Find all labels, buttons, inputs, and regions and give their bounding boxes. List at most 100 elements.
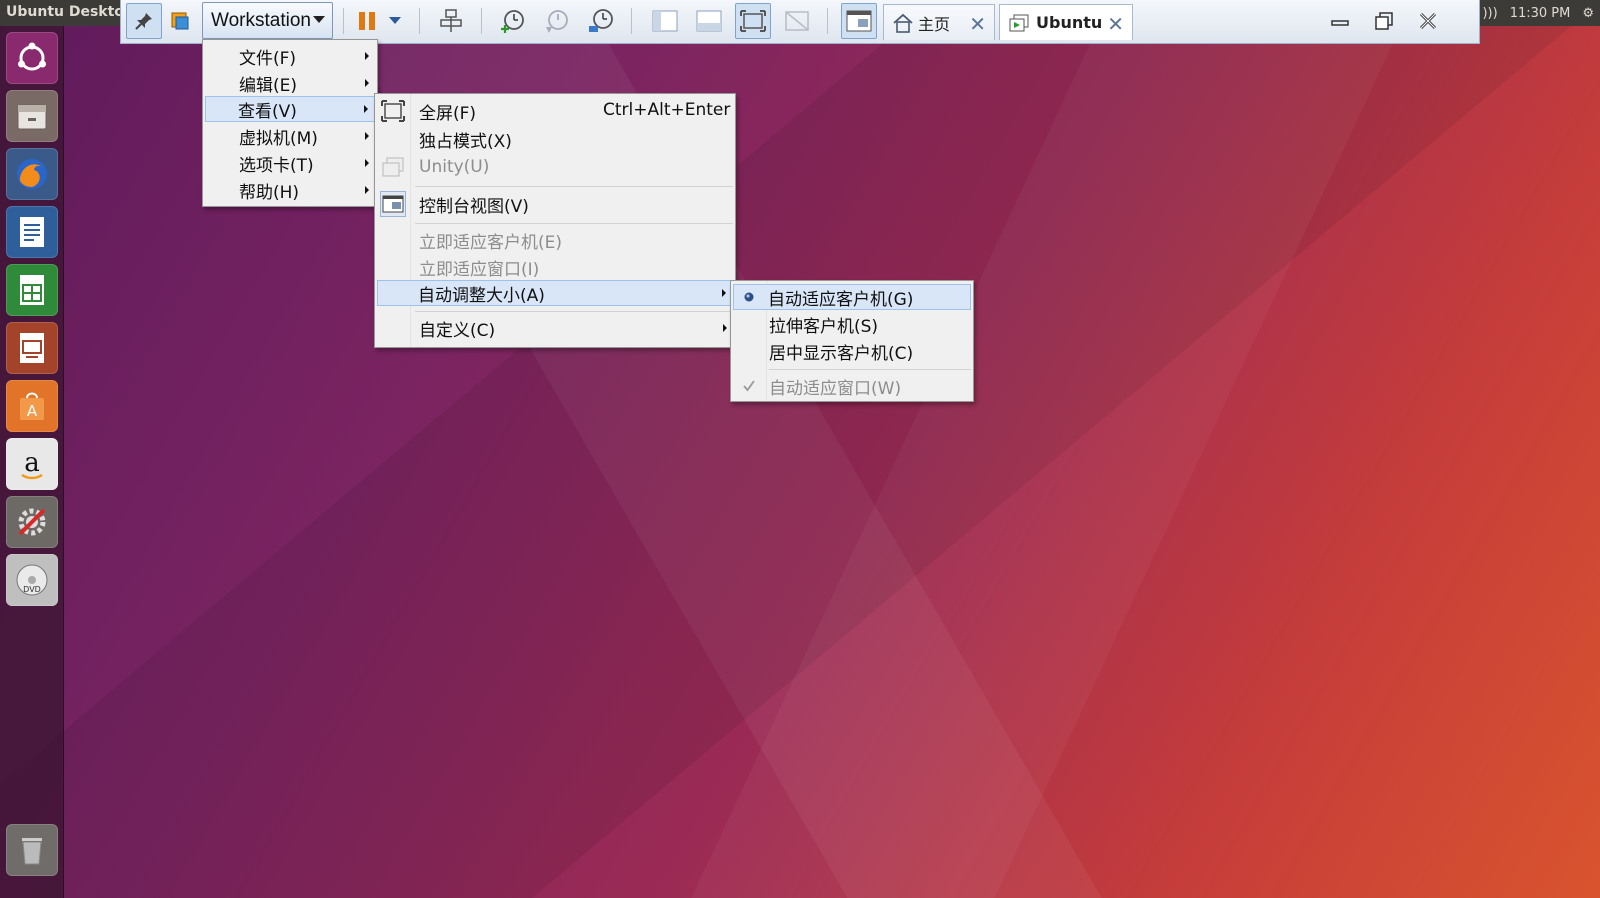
- full-screen-button[interactable]: [735, 3, 771, 39]
- snapshot-clock-revert-icon: [546, 10, 568, 33]
- libreoffice-writer-icon[interactable]: [6, 206, 58, 258]
- close-icon[interactable]: ✕: [969, 12, 986, 36]
- menu-item-label: 查看(V): [238, 101, 297, 122]
- menu-separator: [769, 369, 971, 370]
- send-ctrl-alt-del-button[interactable]: [433, 3, 469, 39]
- minimize-icon: [1331, 20, 1349, 26]
- tab-ubuntu[interactable]: Ubuntu ✕: [999, 4, 1133, 40]
- menu-item-exclusive-mode[interactable]: 独占模式(X): [377, 126, 733, 152]
- full-screen-icon: [740, 10, 766, 32]
- menu-item-label: Unity(U): [419, 157, 490, 177]
- autosize-submenu: 自动适应客户机(G) 拉伸客户机(S) 居中显示客户机(C) 自动适应窗口(W): [730, 280, 974, 402]
- svg-text:A: A: [27, 402, 38, 420]
- revert-snapshot-button[interactable]: [539, 3, 575, 39]
- checkmark-icon: [736, 373, 762, 399]
- unity-icon: [380, 154, 406, 180]
- radio-selected-icon: [736, 284, 762, 310]
- system-settings-icon[interactable]: [6, 496, 58, 548]
- snapshot-manager-button[interactable]: [583, 3, 619, 39]
- minimize-button[interactable]: [1323, 6, 1357, 36]
- tab-home[interactable]: 主页 ✕: [883, 4, 995, 40]
- vmware-logo-icon: [163, 3, 197, 39]
- menu-item-full-screen[interactable]: 全屏(F) Ctrl+Alt+Enter: [377, 98, 733, 124]
- menu-separator: [415, 311, 733, 312]
- menu-item-label: 自动调整大小(A): [418, 285, 545, 306]
- suspend-button[interactable]: [349, 3, 385, 39]
- svg-text:DVD: DVD: [23, 585, 41, 594]
- menu-item-fit-window-now: 立即适应窗口(I): [377, 254, 733, 280]
- network-keyboard-icon: [440, 9, 462, 32]
- sound-icon[interactable]: ))): [1482, 6, 1497, 21]
- menu-item-label: 帮助(H): [239, 182, 300, 203]
- menu-item-tabs[interactable]: 选项卡(T): [205, 150, 375, 176]
- tab-ubuntu-label: Ubuntu: [1036, 13, 1103, 32]
- power-options-dropdown[interactable]: [383, 3, 407, 39]
- menu-item-autofit-window: 自动适应窗口(W): [733, 373, 971, 399]
- menu-item-label: 选项卡(T): [239, 155, 314, 176]
- library-pane-icon: [652, 10, 678, 32]
- menu-item-label: 拉伸客户机(S): [769, 316, 879, 337]
- menu-item-label: 居中显示客户机(C): [769, 343, 914, 364]
- menu-separator: [415, 186, 733, 187]
- menu-item-label: 独占模式(X): [419, 131, 512, 152]
- menu-item-stretch-guest[interactable]: 拉伸客户机(S): [733, 311, 971, 337]
- home-icon: [893, 13, 913, 33]
- submenu-arrow-icon: [722, 289, 726, 297]
- menu-item-console-view[interactable]: 控制台视图(V): [377, 191, 733, 217]
- unity-icon: [785, 11, 809, 31]
- console-view-button[interactable]: [841, 3, 877, 39]
- firefox-icon[interactable]: [6, 148, 58, 200]
- ubuntu-dash-icon[interactable]: [6, 32, 58, 84]
- snapshot-clock-manager-icon: [589, 9, 613, 32]
- show-thumbnail-bar-button[interactable]: [691, 3, 727, 39]
- vm-running-icon: [1009, 14, 1029, 31]
- menu-item-fit-guest-now: 立即适应客户机(E): [377, 227, 733, 253]
- menu-item-autosize[interactable]: 自动调整大小(A): [377, 280, 733, 306]
- toolbar-separator: [631, 8, 632, 34]
- submenu-arrow-icon: [365, 159, 369, 167]
- console-view-icon: [380, 191, 406, 217]
- menu-item-edit[interactable]: 编辑(E): [205, 70, 375, 96]
- files-icon[interactable]: [6, 90, 58, 142]
- take-snapshot-button[interactable]: [495, 3, 531, 39]
- pin-toolbar-button[interactable]: [126, 3, 162, 39]
- show-library-button[interactable]: [647, 3, 683, 39]
- submenu-arrow-icon: [365, 52, 369, 60]
- unity-mode-button[interactable]: [779, 3, 815, 39]
- toolbar-separator: [827, 8, 828, 34]
- toolbar-separator: [343, 8, 344, 34]
- menu-item-vm[interactable]: 虚拟机(M): [205, 123, 375, 149]
- menu-item-label: 立即适应客户机(E): [419, 232, 563, 253]
- menu-item-file[interactable]: 文件(F): [205, 43, 375, 69]
- menu-item-label: 自定义(C): [419, 320, 496, 341]
- menu-item-view[interactable]: 查看(V): [205, 96, 375, 122]
- workstation-menu: 文件(F) 编辑(E) 查看(V) 虚拟机(M) 选项卡(T) 帮助(H): [202, 39, 378, 207]
- menu-separator: [415, 223, 733, 224]
- menu-item-unity: Unity(U): [377, 154, 733, 180]
- clock[interactable]: 11:30 PM: [1510, 6, 1571, 21]
- dvd-icon[interactable]: DVD: [6, 554, 58, 606]
- submenu-arrow-icon: [364, 105, 368, 113]
- menu-item-help[interactable]: 帮助(H): [205, 177, 375, 203]
- menu-item-customize[interactable]: 自定义(C): [377, 315, 733, 341]
- close-window-button[interactable]: [1411, 6, 1445, 36]
- snapshot-clock-add-icon: [501, 10, 524, 33]
- ubuntu-software-icon[interactable]: A: [6, 380, 58, 432]
- gear-icon[interactable]: ⚙: [1582, 6, 1594, 21]
- full-screen-icon: [380, 98, 406, 124]
- amazon-icon[interactable]: a: [6, 438, 58, 490]
- menu-item-label: 文件(F): [239, 48, 297, 69]
- libreoffice-calc-icon[interactable]: [6, 264, 58, 316]
- toolbar-separator: [419, 8, 420, 34]
- menu-item-label: 虚拟机(M): [239, 128, 318, 149]
- vmware-toolbar: Workstation 主页 ✕ Ubuntu ✕: [120, 0, 1480, 44]
- close-icon[interactable]: ✕: [1107, 12, 1124, 36]
- workstation-menu-button[interactable]: Workstation: [202, 2, 333, 39]
- libreoffice-impress-icon[interactable]: [6, 322, 58, 374]
- trash-icon[interactable]: [6, 824, 58, 876]
- submenu-arrow-icon: [365, 79, 369, 87]
- menu-item-center-guest[interactable]: 居中显示客户机(C): [733, 338, 971, 364]
- tab-home-label: 主页: [918, 14, 951, 34]
- menu-item-autofit-guest[interactable]: 自动适应客户机(G): [733, 284, 971, 310]
- restore-button[interactable]: [1367, 6, 1401, 36]
